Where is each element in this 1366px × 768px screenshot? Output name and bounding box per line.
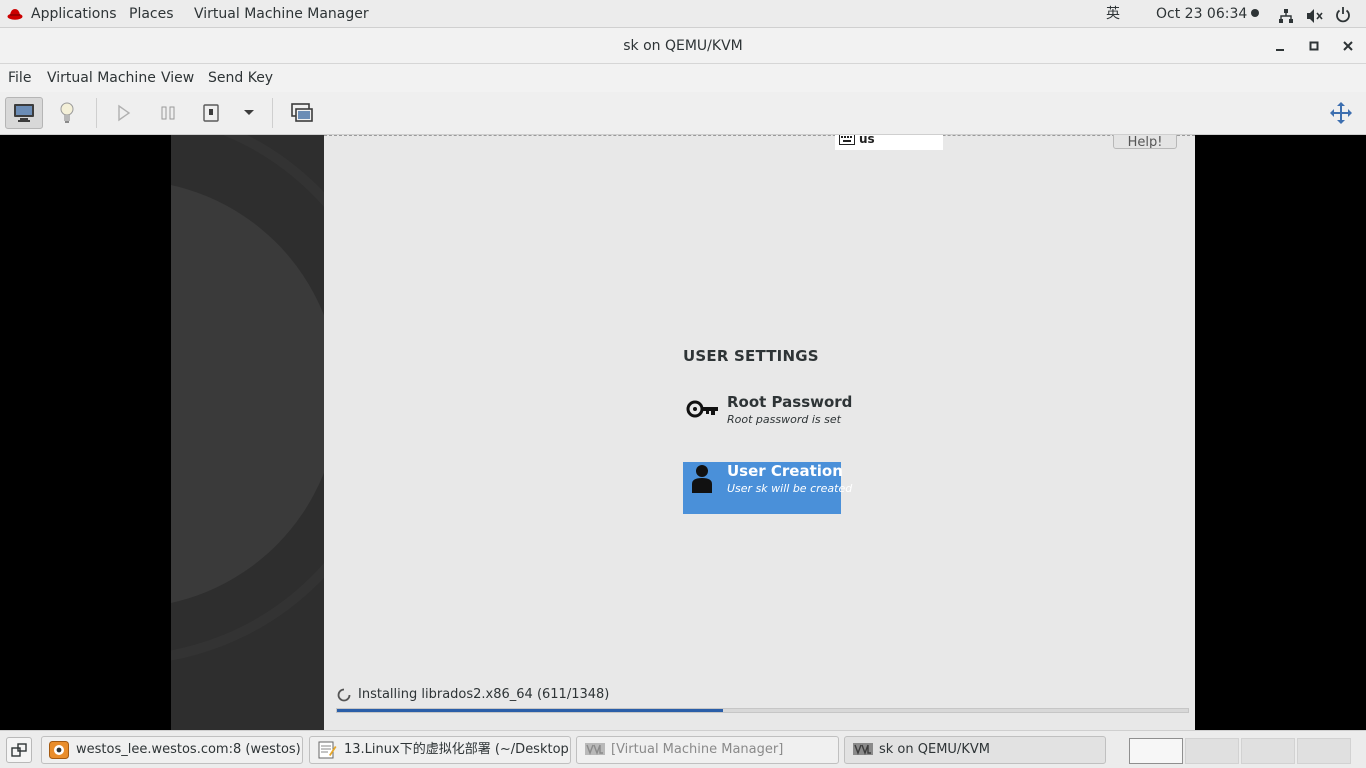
user-creation-spoke[interactable]: User Creation User sk will be created bbox=[683, 462, 852, 514]
show-desktop-button[interactable] bbox=[6, 737, 32, 763]
lightbulb-icon bbox=[60, 102, 74, 123]
applications-menu[interactable]: Applications bbox=[31, 0, 117, 28]
notification-dot-icon bbox=[1251, 9, 1260, 17]
taskbar-item-label: 13.Linux下的虚拟化部署 (~/Desktop... bbox=[344, 742, 571, 757]
virt-manager-icon bbox=[852, 741, 873, 759]
header-divider bbox=[324, 135, 1195, 136]
root-password-spoke[interactable]: Root Password Root password is set bbox=[683, 393, 852, 445]
help-button[interactable]: Help! bbox=[1113, 135, 1177, 149]
user-creation-status: User sk will be created bbox=[727, 482, 853, 495]
pause-button[interactable] bbox=[149, 97, 187, 129]
installer-sidebar bbox=[171, 135, 324, 730]
toolbar-separator bbox=[272, 98, 273, 128]
close-button[interactable] bbox=[1338, 36, 1358, 56]
redhat-logo-icon bbox=[7, 7, 23, 21]
minimize-button[interactable] bbox=[1270, 36, 1290, 56]
taskbar-item-vnc[interactable]: westos_lee.westos.com:8 (westos) ... bbox=[41, 736, 303, 764]
power-icon[interactable] bbox=[1335, 5, 1351, 23]
keyboard-layout-indicator[interactable]: us bbox=[835, 135, 943, 150]
key-icon bbox=[685, 393, 721, 429]
app-menu-vmm[interactable]: Virtual Machine Manager bbox=[194, 0, 369, 28]
chevron-down-icon bbox=[244, 110, 254, 115]
workspace-3[interactable] bbox=[1241, 738, 1295, 764]
clock-text: Oct 23 06:34 bbox=[1156, 6, 1248, 22]
top-panel: Applications Places Virtual Machine Mana… bbox=[0, 0, 1366, 28]
menu-send-key[interactable]: Send Key bbox=[202, 64, 279, 92]
maximize-button[interactable] bbox=[1304, 36, 1324, 56]
taskbar-item-editor[interactable]: 13.Linux下的虚拟化部署 (~/Desktop... bbox=[309, 736, 571, 764]
play-icon bbox=[118, 104, 131, 122]
install-progress-bar bbox=[336, 708, 1189, 713]
menu-bar: File Virtual Machine View Send Key bbox=[0, 64, 1366, 92]
monitor-icon bbox=[14, 104, 34, 122]
run-button[interactable] bbox=[105, 97, 143, 129]
window-titlebar[interactable]: sk on QEMU/KVM bbox=[0, 28, 1366, 64]
volume-muted-icon[interactable] bbox=[1306, 6, 1324, 23]
bottom-taskbar: westos_lee.westos.com:8 (westos) ... 13.… bbox=[0, 730, 1366, 768]
clock[interactable]: Oct 23 06:34 bbox=[1156, 0, 1260, 28]
install-progress-text: Installing librados2.x86_64 (611/1348) bbox=[358, 687, 610, 702]
keyboard-layout-label: us bbox=[859, 135, 875, 146]
places-menu[interactable]: Places bbox=[129, 0, 174, 28]
pause-icon bbox=[161, 106, 175, 120]
spinner-icon bbox=[337, 687, 351, 702]
user-icon bbox=[685, 462, 721, 498]
user-settings-heading: USER SETTINGS bbox=[683, 347, 819, 365]
minimize-icon bbox=[1276, 49, 1284, 51]
workspace-2[interactable] bbox=[1185, 738, 1239, 764]
taskbar-item-label: westos_lee.westos.com:8 (westos) ... bbox=[76, 742, 303, 757]
text-editor-icon bbox=[317, 741, 337, 759]
root-password-status: Root password is set bbox=[727, 413, 841, 426]
window-list-icon bbox=[11, 743, 27, 757]
vnc-viewer-icon bbox=[49, 741, 69, 759]
shutdown-menu-button[interactable] bbox=[230, 97, 268, 129]
menu-virtual-machine[interactable]: Virtual Machine bbox=[41, 64, 162, 92]
virt-manager-icon bbox=[584, 741, 605, 759]
maximize-icon bbox=[1309, 41, 1319, 51]
taskbar-item-label: [Virtual Machine Manager] bbox=[611, 742, 784, 757]
user-creation-title: User Creation bbox=[727, 462, 843, 480]
root-password-title: Root Password bbox=[727, 393, 853, 411]
installer-main-area: us Help! USER SETTINGS Root Password Roo… bbox=[324, 135, 1195, 730]
keyboard-icon bbox=[839, 135, 855, 145]
shutdown-button[interactable] bbox=[192, 97, 230, 129]
vm-toolbar bbox=[0, 92, 1366, 135]
taskbar-item-sk-console[interactable]: sk on QEMU/KVM bbox=[844, 736, 1106, 764]
menu-view[interactable]: View bbox=[155, 64, 200, 92]
input-method-indicator[interactable]: 英 bbox=[1106, 0, 1120, 28]
menu-file[interactable]: File bbox=[2, 64, 37, 92]
window-title: sk on QEMU/KVM bbox=[623, 38, 743, 54]
network-icon[interactable] bbox=[1278, 6, 1294, 23]
snapshots-button[interactable] bbox=[283, 97, 321, 129]
taskbar-item-vmm[interactable]: [Virtual Machine Manager] bbox=[576, 736, 839, 764]
power-off-icon bbox=[203, 104, 219, 122]
close-icon bbox=[1343, 41, 1353, 51]
vm-console-display[interactable]: us Help! USER SETTINGS Root Password Roo… bbox=[0, 135, 1366, 730]
details-view-button[interactable] bbox=[48, 97, 86, 129]
taskbar-item-label: sk on QEMU/KVM bbox=[879, 742, 990, 757]
install-progress-fill bbox=[337, 709, 723, 712]
fullscreen-arrows-icon bbox=[1330, 102, 1352, 124]
workspace-4[interactable] bbox=[1297, 738, 1351, 764]
toolbar-separator bbox=[96, 98, 97, 128]
workspace-1[interactable] bbox=[1129, 738, 1183, 764]
snapshots-icon bbox=[291, 103, 313, 122]
console-view-button[interactable] bbox=[5, 97, 43, 129]
fullscreen-button[interactable] bbox=[1322, 97, 1360, 129]
